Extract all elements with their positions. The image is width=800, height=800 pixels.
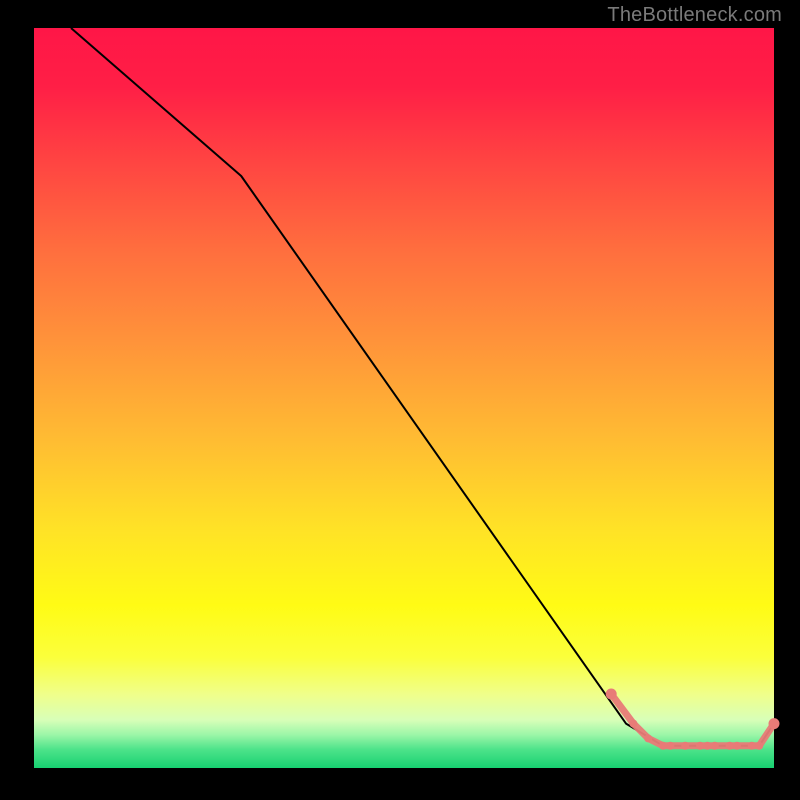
series-highlighted-segment-point [606, 689, 617, 700]
series-highlighted-segment-point [755, 742, 763, 750]
watermark-text: TheBottleneck.com [607, 4, 782, 27]
series-highlighted-segment-point [666, 742, 674, 750]
series-highlighted-segment-point [748, 742, 756, 750]
series-highlighted-segment-point [703, 742, 711, 750]
chart-container: TheBottleneck.com [0, 0, 800, 800]
series-highlighted-segment-point [629, 720, 637, 728]
series-highlighted-segment-point [659, 742, 667, 750]
series-highlighted-segment-point [711, 742, 719, 750]
series-highlighted-segment-point [644, 734, 652, 742]
series-highlighted-segment-point [769, 718, 780, 729]
bottleneck-chart [0, 0, 800, 800]
plot-background [34, 28, 774, 768]
series-highlighted-segment-point [726, 742, 734, 750]
series-highlighted-segment-point [733, 742, 741, 750]
series-highlighted-segment-point [696, 742, 704, 750]
series-highlighted-segment-point [681, 742, 689, 750]
